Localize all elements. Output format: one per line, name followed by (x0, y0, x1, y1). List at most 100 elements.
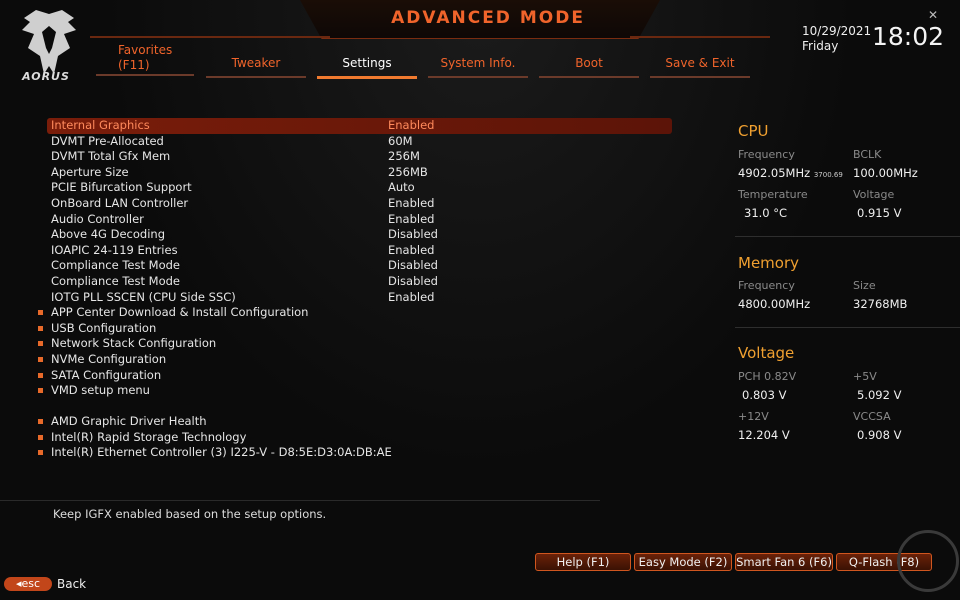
submenu-nvme[interactable]: NVMe Configuration (38, 351, 672, 368)
submenu-label: SATA Configuration (51, 367, 162, 382)
submenu-bullet-icon (38, 372, 43, 378)
memory-size-label: Size (853, 279, 876, 292)
vccsa-value: 0.908 V (857, 428, 902, 442)
setting-value: Disabled (388, 273, 438, 288)
setting-row-compliance-test-2[interactable]: Compliance Test Mode Disabled (47, 274, 672, 290)
help-button[interactable]: Help (F1) (535, 553, 631, 571)
tab-boot[interactable]: Boot (539, 56, 639, 78)
header: AORUS ADVANCED MODE 10/29/2021 Friday 18… (0, 0, 960, 110)
settings-list: Internal Graphics Enabled DVMT Pre-Alloc… (38, 118, 672, 461)
back-button[interactable]: Back (57, 577, 86, 591)
setting-label: Compliance Test Mode (51, 273, 180, 288)
setting-value: Disabled (388, 258, 438, 273)
setting-label: Audio Controller (51, 211, 144, 226)
setting-row-dvmt-total-gfx-mem[interactable]: DVMT Total Gfx Mem 256M (47, 149, 672, 165)
setting-label: Internal Graphics (51, 118, 150, 132)
submenu-sata[interactable]: SATA Configuration (38, 367, 672, 384)
setting-label: Above 4G Decoding (51, 227, 165, 242)
cpu-bclk-label: BCLK (853, 148, 882, 161)
setting-row-pcie-bifurcation[interactable]: PCIE Bifurcation Support Auto (47, 180, 672, 196)
setting-row-ioapic[interactable]: IOAPIC 24-119 Entries Enabled (47, 243, 672, 259)
title-edge-left (90, 36, 330, 38)
submenu-bullet-icon (38, 419, 43, 425)
setting-label: DVMT Pre-Allocated (51, 133, 164, 148)
submenu-bullet-icon (38, 341, 43, 347)
setting-value: Enabled (388, 118, 435, 132)
submenu-bullet-icon (38, 310, 43, 316)
cpu-frequency-sub: 3700.69 (813, 171, 843, 179)
setting-row-compliance-test-1[interactable]: Compliance Test Mode Disabled (47, 258, 672, 274)
setting-row-iotg-pll-sscen[interactable]: IOTG PLL SSCEN (CPU Side SSC) Enabled (47, 290, 672, 306)
cpu-temperature-label: Temperature (738, 188, 808, 201)
tab-system-info[interactable]: System Info. (428, 56, 528, 78)
pch-value: 0.803 V (742, 388, 787, 402)
setting-value: Disabled (388, 227, 438, 242)
setting-label: IOAPIC 24-119 Entries (51, 242, 178, 257)
setting-row-above-4g[interactable]: Above 4G Decoding Disabled (47, 227, 672, 243)
setting-label: Compliance Test Mode (51, 258, 180, 273)
v5-label: +5V (853, 370, 877, 383)
submenu-label: Intel(R) Rapid Storage Technology (51, 429, 247, 444)
submenu-usb[interactable]: USB Configuration (38, 320, 672, 337)
submenu-network-stack[interactable]: Network Stack Configuration (38, 336, 672, 352)
setting-value: Enabled (388, 195, 435, 210)
setting-row-dvmt-pre-allocated[interactable]: DVMT Pre-Allocated 60M (47, 134, 672, 150)
cpu-frequency-main: 4902.05MHz (738, 166, 811, 180)
v12-value: 12.204 V (738, 428, 790, 442)
submenu-label: APP Center Download & Install Configurat… (51, 305, 309, 320)
tab-favorites[interactable]: Favorites (F11) (96, 43, 194, 76)
submenu-bullet-icon (38, 388, 43, 394)
panel-divider (735, 327, 960, 328)
cpu-title: CPU (738, 122, 769, 140)
submenu-amd-driver-health[interactable]: AMD Graphic Driver Health (38, 414, 672, 430)
setting-value: 256M (388, 149, 420, 164)
help-divider (0, 500, 600, 501)
tab-favorites-key: (F11) (118, 58, 150, 72)
memory-frequency-value: 4800.00MHz (738, 297, 811, 311)
setting-label: Aperture Size (51, 164, 129, 179)
tab-settings[interactable]: Settings (317, 56, 417, 79)
setting-row-aperture-size[interactable]: Aperture Size 256MB (47, 165, 672, 181)
cpu-voltage-label: Voltage (853, 188, 895, 201)
aorus-logo-text: AORUS (22, 70, 70, 83)
submenu-label: VMD setup menu (51, 383, 150, 398)
close-icon[interactable]: ✕ (928, 8, 938, 22)
esc-key-icon[interactable]: ◂esc (4, 577, 52, 591)
esc-label: esc (21, 577, 41, 590)
title-edge-right (630, 36, 770, 38)
cpu-bclk-value: 100.00MHz (853, 166, 918, 180)
submenu-app-center[interactable]: APP Center Download & Install Configurat… (38, 305, 672, 321)
cpu-frequency-label: Frequency (738, 148, 795, 161)
setting-value: Enabled (388, 289, 435, 304)
v5-value: 5.092 V (857, 388, 902, 402)
memory-frequency-label: Frequency (738, 279, 795, 292)
submenu-vmd[interactable]: VMD setup menu (38, 383, 672, 399)
date-display: 10/29/2021 (802, 24, 872, 38)
submenu-label: AMD Graphic Driver Health (51, 414, 207, 429)
submenu-label: NVMe Configuration (51, 351, 167, 366)
memory-size-value: 32768MB (853, 297, 908, 311)
smart-fan-button[interactable]: Smart Fan 6 (F6) (735, 553, 833, 571)
setting-row-internal-graphics[interactable]: Internal Graphics Enabled (47, 118, 672, 134)
submenu-intel-ethernet[interactable]: Intel(R) Ethernet Controller (3) I225-V … (38, 445, 672, 461)
submenu-intel-rst[interactable]: Intel(R) Rapid Storage Technology (38, 429, 672, 446)
vccsa-label: VCCSA (853, 410, 891, 423)
setting-row-onboard-lan[interactable]: OnBoard LAN Controller Enabled (47, 196, 672, 212)
setting-value: 60M (388, 133, 413, 148)
tab-tweaker[interactable]: Tweaker (206, 56, 306, 78)
time-display: 18:02 (872, 22, 945, 51)
easy-mode-button[interactable]: Easy Mode (F2) (634, 553, 732, 571)
setting-value: 256MB (388, 164, 428, 179)
tab-save-exit[interactable]: Save & Exit (650, 56, 750, 78)
page-title: ADVANCED MODE (391, 8, 585, 28)
day-display: Friday (802, 39, 839, 53)
submenu-bullet-icon (38, 356, 43, 362)
submenu-label: USB Configuration (51, 320, 157, 335)
submenu-bullet-icon (38, 450, 43, 456)
panel-divider (735, 236, 960, 237)
cpu-temperature-value: 31.0 °C (744, 206, 788, 220)
submenu-bullet-icon (38, 434, 43, 440)
cpu-voltage-value: 0.915 V (857, 206, 902, 220)
setting-row-audio-controller[interactable]: Audio Controller Enabled (47, 212, 672, 228)
